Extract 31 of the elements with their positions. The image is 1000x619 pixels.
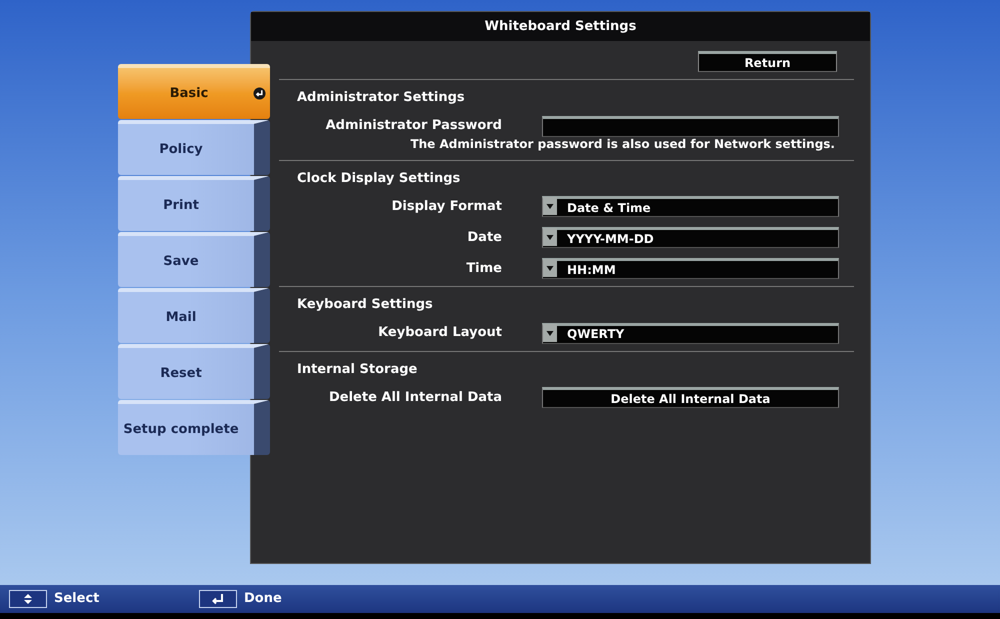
section-heading: Internal Storage — [296, 360, 418, 378]
note-text: The Administrator password is also used for Network settings. — [410, 136, 835, 152]
sidebar-tab[interactable]: Reset — [118, 344, 270, 399]
dropdown[interactable]: Date & Time — [542, 196, 839, 217]
dropdown[interactable]: HH:MM — [542, 258, 839, 279]
sidebar-tab[interactable]: Policy — [118, 120, 270, 175]
field-label: Delete All Internal Data — [328, 390, 502, 405]
section-heading: Keyboard Settings — [296, 296, 433, 314]
section-heading: Clock Display Settings — [296, 170, 460, 188]
field-label: Administrator Password — [326, 118, 502, 134]
field-label: Keyboard Layout — [378, 325, 502, 340]
delete-data-button[interactable]: Delete All Internal Data — [542, 387, 839, 408]
hint-label: Done — [244, 590, 282, 608]
enter-key-icon — [199, 590, 237, 608]
field-label: Date — [467, 230, 502, 245]
up-down-key-icon — [9, 590, 47, 608]
hint-label: Select — [54, 590, 100, 608]
field-label: Display Format — [392, 198, 502, 214]
window-title: Whiteboard Settings — [484, 18, 636, 36]
sidebar-tab[interactable]: Setup complete — [118, 400, 270, 455]
section-heading: Administrator Settings — [296, 89, 465, 107]
sidebar-tab[interactable]: Mail — [118, 288, 270, 343]
sidebar-tab[interactable]: Save — [118, 232, 270, 287]
field-label: Time — [466, 260, 502, 276]
sidebar-tab[interactable]: Print — [118, 176, 270, 231]
enter-icon — [253, 87, 266, 100]
dropdown[interactable]: QWERTY — [542, 322, 839, 344]
password-field[interactable] — [542, 116, 839, 136]
sidebar-tab[interactable]: Basic — [118, 64, 270, 119]
dropdown[interactable]: YYYY-MM-DD — [542, 227, 839, 248]
return-button[interactable]: Return — [698, 51, 837, 72]
